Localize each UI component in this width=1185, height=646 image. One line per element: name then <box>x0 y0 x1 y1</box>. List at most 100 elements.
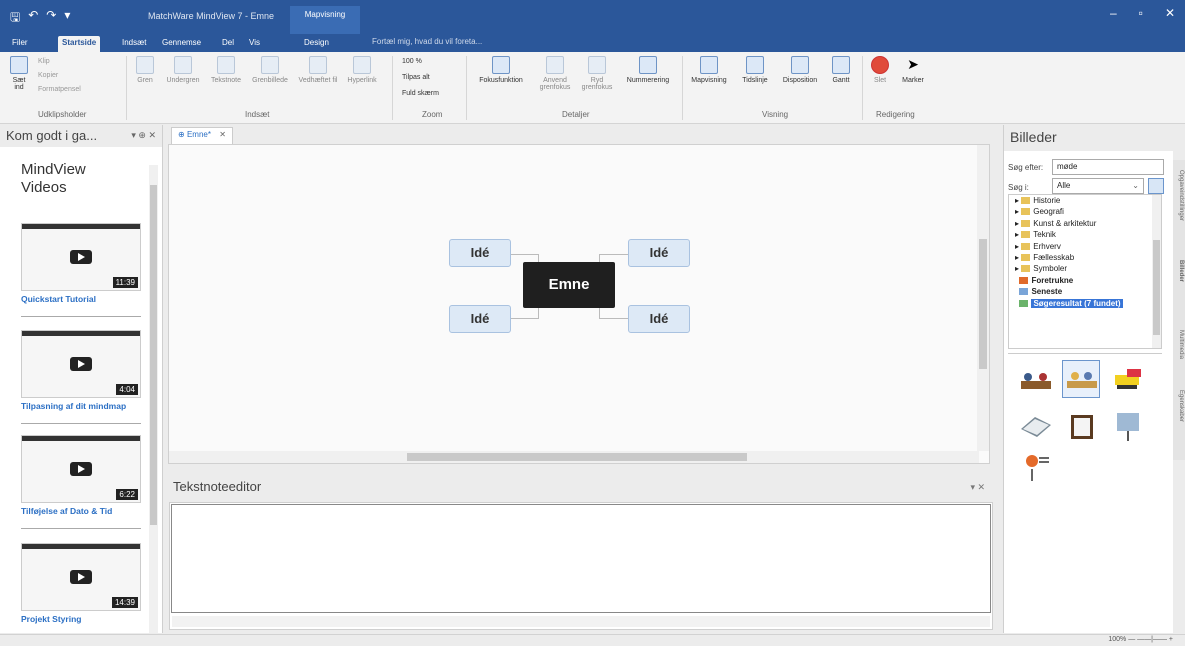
zoom-100-button[interactable]: 100 % <box>402 58 422 65</box>
minimize-icon[interactable]: – <box>1110 6 1117 20</box>
zoom-level: 100% <box>1108 636 1127 643</box>
meeting-image[interactable] <box>1062 360 1100 398</box>
category-item[interactable]: ▸ Fællesskab <box>1009 252 1161 263</box>
mapview-button[interactable]: Mapvisning <box>686 56 732 84</box>
gantt-button[interactable]: Gantt <box>826 56 856 84</box>
apply-focus-button[interactable]: Anvend grenfokus <box>536 56 574 91</box>
document-tab[interactable]: ⊕ Emne* ✕ <box>171 127 233 144</box>
search-button[interactable] <box>1148 178 1164 194</box>
idea-node[interactable]: Idé <box>628 305 690 333</box>
tab-del[interactable]: Del <box>218 36 238 52</box>
side-tab[interactable]: Multimedia <box>1174 330 1184 359</box>
text-note-editor[interactable] <box>169 502 993 630</box>
video-thumbnail[interactable]: 6:22 <box>21 435 141 503</box>
video-link[interactable]: Projekt Styring <box>21 611 141 636</box>
close-icon[interactable]: ✕ <box>1165 6 1175 20</box>
branch-image-button[interactable]: Grenbillede <box>248 56 292 84</box>
customize-icon[interactable]: ▾ <box>64 8 70 29</box>
context-tab[interactable]: Mapvisning <box>290 6 360 34</box>
focus-function-button[interactable]: Fokusfunktion <box>470 56 532 84</box>
undo-icon[interactable]: ↶ <box>28 8 38 29</box>
zoom-slider[interactable]: — ——|—— + <box>1128 636 1173 643</box>
category-item[interactable]: Seneste <box>1009 286 1161 297</box>
video-link[interactable]: Quickstart Tutorial <box>21 291 141 317</box>
category-list-scrollbar[interactable] <box>1152 195 1161 348</box>
canvas-vertical-scrollbar[interactable] <box>977 145 989 451</box>
text-note-editor-title: Tekstnoteeditor <box>173 479 262 494</box>
paste-button[interactable]: Sæt ind <box>8 56 30 91</box>
outline-button[interactable]: Disposition <box>776 56 824 84</box>
left-panel-scrollbar[interactable] <box>149 165 158 633</box>
cut-button[interactable]: Klip <box>38 58 50 65</box>
meeting-image[interactable] <box>1016 406 1054 444</box>
side-tab[interactable]: Opgaveindstillinger <box>1174 170 1184 221</box>
meeting-image[interactable] <box>1108 406 1146 444</box>
category-item[interactable]: ▸ Teknik <box>1009 229 1161 240</box>
close-tab-icon[interactable]: ✕ <box>219 130 226 139</box>
idea-node[interactable]: Idé <box>628 239 690 267</box>
tab-design[interactable]: Design <box>300 36 333 52</box>
idea-node[interactable]: Idé <box>449 305 511 333</box>
attachment-button[interactable]: Vedhæftet fil <box>296 56 340 84</box>
category-item-selected[interactable]: Søgeresultat (7 fundet) <box>1009 298 1161 309</box>
branch-button[interactable]: Gren <box>132 56 158 84</box>
text-note-area[interactable] <box>171 504 991 613</box>
format-painter-button[interactable]: Formatpensel <box>38 86 81 93</box>
tab-filer[interactable]: Filer <box>8 36 32 52</box>
save-icon[interactable]: 🖫 <box>10 8 20 29</box>
category-item[interactable]: ▸ Geografi <box>1009 206 1161 217</box>
search-input[interactable]: møde <box>1052 159 1164 175</box>
copy-button[interactable]: Kopier <box>38 72 58 79</box>
meeting-image[interactable] <box>1108 360 1146 398</box>
maximize-icon[interactable]: ▫ <box>1139 6 1143 20</box>
redo-icon[interactable]: ↷ <box>46 8 56 29</box>
tab-gennemse[interactable]: Gennemse <box>158 36 205 52</box>
full-screen-button[interactable]: Fuld skærm <box>402 90 439 97</box>
mindmap-canvas[interactable]: Emne Idé Idé Idé Idé <box>168 144 990 464</box>
search-in-select[interactable]: Alle ⌄ <box>1052 178 1144 194</box>
text-note-button[interactable]: Tekstnote <box>208 56 244 84</box>
video-thumbnail[interactable]: 4:04 <box>21 330 141 398</box>
subbranch-button[interactable]: Undergren <box>163 56 203 84</box>
folder-icon <box>1021 197 1031 204</box>
panel-controls-icon[interactable]: ▾ ✕ <box>970 482 985 493</box>
category-item[interactable]: ▸ Erhverv <box>1009 241 1161 252</box>
category-item[interactable]: Foretrukne <box>1009 275 1161 286</box>
canvas-horizontal-scrollbar[interactable] <box>169 451 979 463</box>
fit-all-button[interactable]: Tilpas alt <box>402 74 430 81</box>
meeting-image[interactable] <box>1016 362 1054 400</box>
central-topic[interactable]: Emne <box>523 262 615 308</box>
quick-access-toolbar: 🖫 ↶ ↷ ▾ <box>10 8 70 29</box>
category-list[interactable]: ▸ Historie ▸ Geografi ▸ Kunst & arkitekt… <box>1008 194 1162 349</box>
video-item[interactable]: 11:39 Quickstart Tutorial <box>21 223 141 317</box>
tab-startside[interactable]: Startside <box>58 36 101 52</box>
idea-node[interactable]: Idé <box>449 239 511 267</box>
clear-focus-button[interactable]: Ryd grenfokus <box>578 56 616 91</box>
category-item[interactable]: ▸ Historie <box>1009 195 1161 206</box>
meeting-image[interactable] <box>1016 448 1054 486</box>
tell-me-search[interactable]: Fortæl mig, hvad du vil foreta... <box>372 37 482 46</box>
tab-indsaet[interactable]: Indsæt <box>118 36 150 52</box>
editor-horizontal-scrollbar[interactable] <box>172 616 990 627</box>
video-thumbnail[interactable]: 14:39 <box>21 543 141 611</box>
play-icon <box>70 462 92 476</box>
delete-button[interactable]: Slet <box>868 56 892 84</box>
side-tab[interactable]: Egenskaber <box>1174 390 1184 422</box>
video-item[interactable]: 6:22 Tilføjelse af Dato & Tid <box>21 435 141 529</box>
numbering-button[interactable]: Nummerering <box>620 56 676 84</box>
video-link[interactable]: Tilføjelse af Dato & Tid <box>21 503 141 529</box>
category-item[interactable]: ▸ Kunst & arkitektur <box>1009 218 1161 229</box>
timeline-button[interactable]: Tidslinje <box>736 56 774 84</box>
zoom-control[interactable]: 100% — ——|—— + <box>1108 636 1173 643</box>
tab-vis[interactable]: Vis <box>245 36 264 52</box>
video-thumbnail[interactable]: 11:39 <box>21 223 141 291</box>
category-item[interactable]: ▸ Symboler <box>1009 263 1161 274</box>
hyperlink-button[interactable]: Hyperlink <box>342 56 382 84</box>
select-button[interactable]: ➤ Marker <box>898 56 928 84</box>
video-item[interactable]: 4:04 Tilpasning af dit mindmap <box>21 330 141 424</box>
panel-controls-icon[interactable]: ▾ ⊕ ✕ <box>131 130 156 141</box>
meeting-image[interactable] <box>1062 406 1100 444</box>
video-item[interactable]: 14:39 Projekt Styring <box>21 543 141 636</box>
video-link[interactable]: Tilpasning af dit mindmap <box>21 398 141 424</box>
side-tab[interactable]: Billeder <box>1174 260 1184 282</box>
